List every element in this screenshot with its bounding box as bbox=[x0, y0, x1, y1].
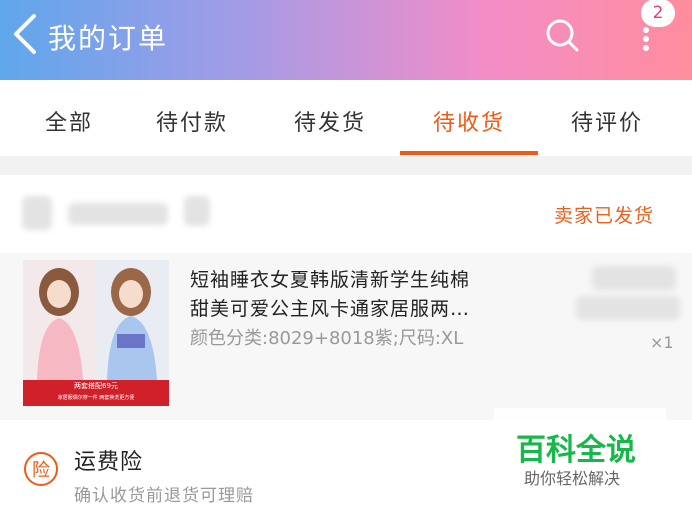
insurance-description: 确认收货前退货可理赔 bbox=[74, 486, 254, 506]
watermark-logo: 百科全说 bbox=[516, 433, 636, 468]
product-quantity: ×1 bbox=[650, 333, 674, 352]
tab-all[interactable]: 全部 bbox=[0, 105, 138, 137]
product-sku: 颜色分类:8029+8018紫;尺码:XL bbox=[190, 328, 464, 349]
product-title-line-1: 短袖睡衣女夏韩版清新学生纯棉 bbox=[190, 269, 471, 291]
shop-chevron-blurred bbox=[184, 196, 210, 226]
page-title: 我的订单 bbox=[48, 22, 169, 55]
image-caption-2: 家居服偶尔穿一件 两套换洗更方便 bbox=[57, 395, 135, 401]
shop-avatar bbox=[22, 196, 52, 230]
product-image[interactable]: 两套搭配69元 家居服偶尔穿一件 两套换洗更方便 bbox=[23, 260, 169, 406]
product-title-line-2: 甜美可爱公主风卡通家居服两… bbox=[190, 298, 471, 320]
tab-pending-review[interactable]: 待评价 bbox=[538, 105, 676, 137]
order-tabs: 全部 待付款 待发货 待收货 待评价 bbox=[0, 80, 692, 156]
price-blurred bbox=[592, 266, 676, 290]
original-price-blurred bbox=[576, 296, 680, 320]
notification-badge: 2 bbox=[641, 0, 675, 27]
tab-pending-payment[interactable]: 待付款 bbox=[123, 105, 261, 137]
tab-pending-shipment[interactable]: 待发货 bbox=[261, 105, 399, 137]
more-menu-icon[interactable] bbox=[636, 24, 656, 54]
back-arrow-icon[interactable] bbox=[10, 12, 40, 56]
shop-name-blurred bbox=[68, 203, 168, 225]
insurance-icon: 险 bbox=[24, 452, 58, 486]
active-tab-indicator bbox=[400, 151, 538, 155]
image-caption-1: 两套搭配69元 bbox=[74, 382, 118, 390]
insurance-title: 运费险 bbox=[74, 450, 144, 475]
order-status: 卖家已发货 bbox=[554, 205, 655, 227]
watermark-tagline: 助你轻松解决 bbox=[524, 469, 621, 488]
tab-pending-receipt[interactable]: 待收货 bbox=[400, 105, 538, 137]
search-icon[interactable] bbox=[544, 17, 580, 53]
